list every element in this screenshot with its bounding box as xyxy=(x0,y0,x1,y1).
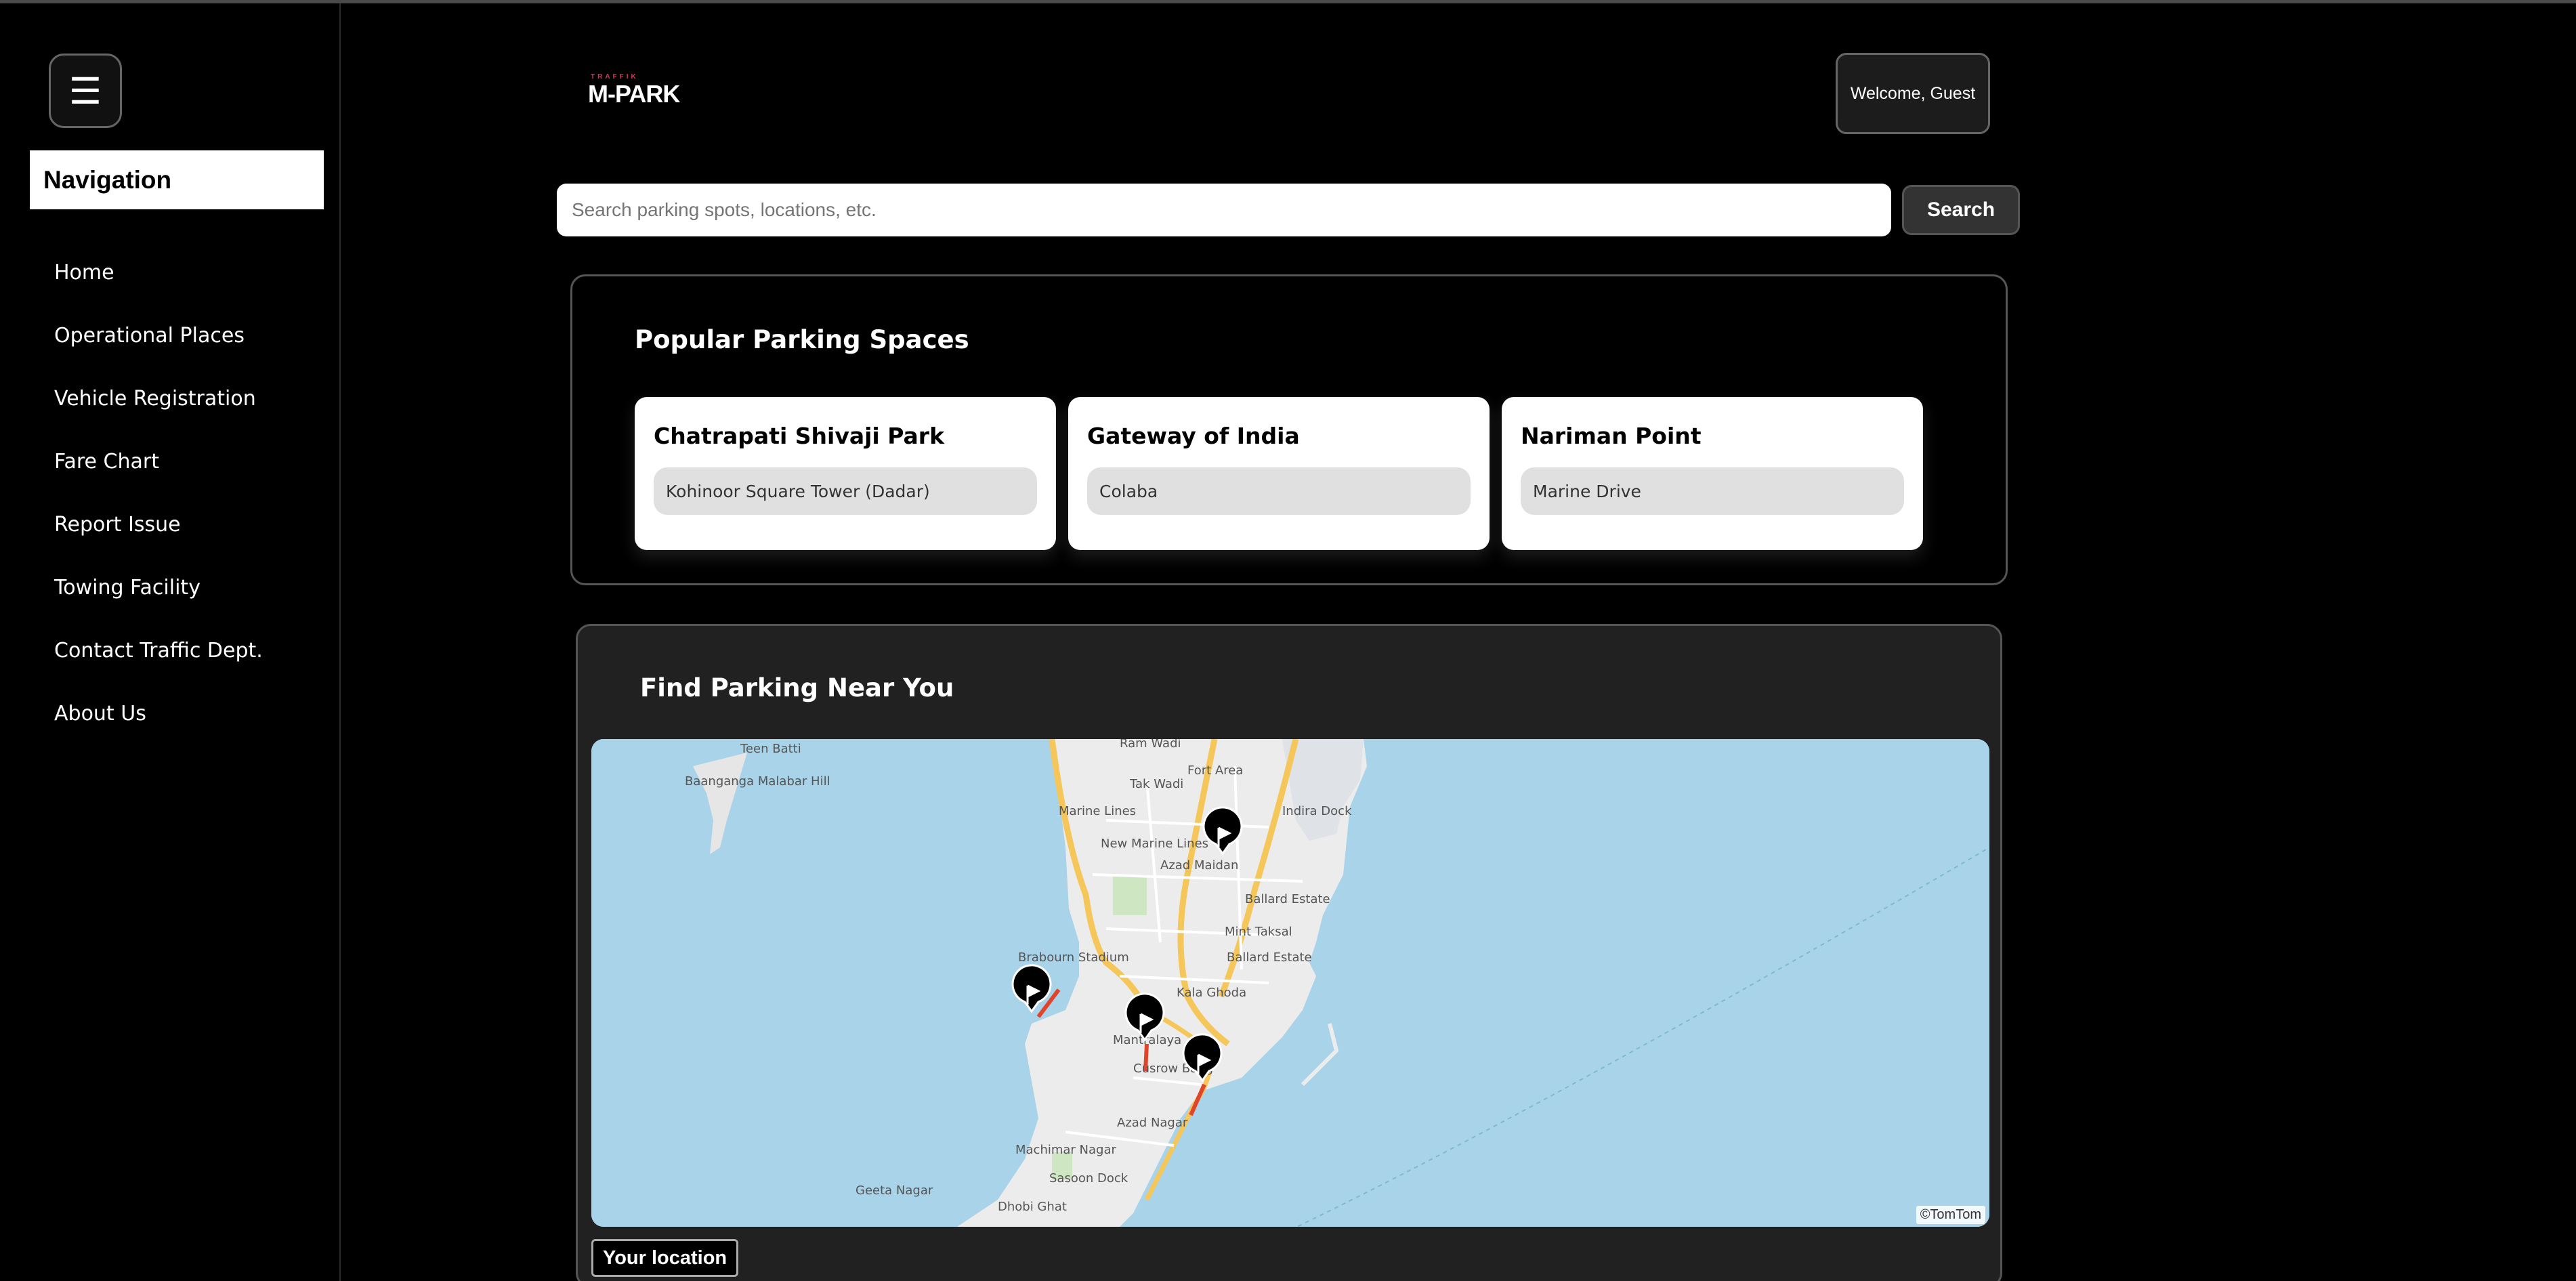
window-top-border xyxy=(0,0,2576,3)
sidebar-item-vehicle-registration[interactable]: Vehicle Registration xyxy=(54,364,263,433)
sidebar-item-report-issue[interactable]: Report Issue xyxy=(54,490,263,559)
map-label: Azad Maidan xyxy=(1160,858,1238,873)
search-button[interactable]: Search xyxy=(1902,185,2020,235)
map-label: Mint Taksal xyxy=(1225,925,1292,939)
popular-parking-section: Popular Parking Spaces Chatrapati Shivaj… xyxy=(570,274,2008,585)
map-label: Azad Nagar xyxy=(1117,1116,1188,1130)
section-title: Find Parking Near You xyxy=(640,673,954,702)
card-location: Marine Drive xyxy=(1521,467,1904,515)
welcome-user-button[interactable]: Welcome, Guest xyxy=(1836,53,1990,134)
map-label: Machimar Nagar xyxy=(1015,1143,1117,1157)
card-title: Gateway of India xyxy=(1087,423,1300,449)
sidebar-item-contact-traffic-dept[interactable]: Contact Traffic Dept. xyxy=(54,616,263,685)
sidebar: ☰ Navigation Home Operational Places Veh… xyxy=(0,3,341,1281)
find-parking-section: Find Parking Near You Teen Batti Baangan… xyxy=(576,624,2002,1281)
parking-card[interactable]: Gateway of India Colaba xyxy=(1068,397,1490,550)
app-logo[interactable]: TRAFFIK M-PARK xyxy=(588,73,683,108)
map-label: Geeta Nagar xyxy=(856,1183,933,1198)
map-label: Baanganga Malabar Hill xyxy=(685,774,830,789)
card-location: Kohinoor Square Tower (Dadar) xyxy=(654,467,1037,515)
map-label: Kala Ghoda xyxy=(1177,986,1246,1000)
map-label: Indira Dock xyxy=(1282,804,1352,818)
sidebar-item-about-us[interactable]: About Us xyxy=(54,679,263,748)
map-label: Fort Area xyxy=(1187,763,1243,778)
hamburger-menu-icon[interactable]: ☰ xyxy=(49,54,122,128)
sidebar-item-towing-facility[interactable]: Towing Facility xyxy=(54,553,263,622)
map-label: Marine Lines xyxy=(1059,804,1136,818)
map[interactable]: Teen Batti Baanganga Malabar Hill Ram Wa… xyxy=(591,739,1989,1227)
section-title: Popular Parking Spaces xyxy=(635,325,969,354)
map-label: Ballard Estate xyxy=(1227,950,1312,965)
map-park xyxy=(1113,875,1147,915)
sidebar-title: Navigation xyxy=(30,150,324,209)
parking-card[interactable]: Nariman Point Marine Drive xyxy=(1502,397,1923,550)
map-label: New Marine Lines xyxy=(1101,837,1208,851)
map-attribution[interactable]: ©TomTom xyxy=(1916,1206,1985,1224)
map-label: Ram Wadi xyxy=(1120,739,1181,751)
card-location: Colaba xyxy=(1087,467,1471,515)
parking-card[interactable]: Chatrapati Shivaji Park Kohinoor Square … xyxy=(635,397,1056,550)
map-label: Teen Batti xyxy=(740,742,801,756)
sidebar-item-fare-chart[interactable]: Fare Chart xyxy=(54,427,263,496)
card-title: Nariman Point xyxy=(1521,423,1702,449)
sidebar-item-operational-places[interactable]: Operational Places xyxy=(54,301,263,370)
your-location-button[interactable]: Your location xyxy=(591,1239,739,1277)
map-label: Dhobi Ghat xyxy=(998,1200,1067,1214)
logo-wordmark: M-PARK xyxy=(588,80,680,108)
map-label: Sasoon Dock xyxy=(1049,1171,1128,1185)
search-input[interactable] xyxy=(557,184,1891,236)
card-title: Chatrapati Shivaji Park xyxy=(654,423,945,449)
map-label: Tak Wadi xyxy=(1129,777,1183,791)
map-label: Ballard Estate xyxy=(1245,892,1330,906)
map-label: Brabourn Stadium xyxy=(1018,950,1129,965)
sidebar-item-home[interactable]: Home xyxy=(54,238,263,307)
sidebar-nav: Home Operational Places Vehicle Registra… xyxy=(54,244,263,748)
map-canvas[interactable]: Teen Batti Baanganga Malabar Hill Ram Wa… xyxy=(591,739,1989,1227)
